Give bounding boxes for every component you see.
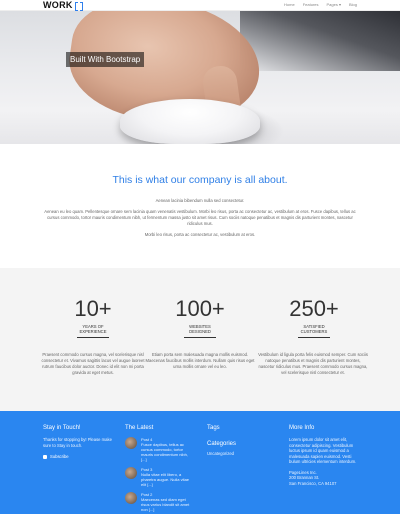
stat-label-line: CUSTOMERS bbox=[300, 329, 328, 334]
stats-section: 10+ YEARS OF EXPERIENCE Praesent commodo… bbox=[0, 268, 400, 411]
stat-description: Vestibulum id ligula porta felis euismod… bbox=[258, 352, 368, 375]
post-thumbnail bbox=[125, 467, 137, 479]
about-paragraph: Aenean eu leo quam. Pellentesque ornare … bbox=[44, 209, 356, 226]
post-meta: Post 4 Fusce dapibus, tellus ac cursus c… bbox=[141, 437, 193, 462]
footer-heading: More Info bbox=[289, 425, 315, 431]
about-paragraph: Morbi leo risus, porta ac consectetur ac… bbox=[144, 232, 256, 237]
site-logo[interactable]: WORK bbox=[43, 0, 84, 11]
footer-heading: Tags bbox=[207, 425, 220, 431]
address-line: San Francisco, CA 94107 bbox=[289, 480, 337, 486]
stat-websites: 100+ WEBSITES DESIGNED bbox=[150, 298, 250, 338]
stat-label-line: DESIGNED bbox=[189, 329, 211, 334]
footer-heading: The Latest bbox=[125, 425, 154, 431]
nav-item-home[interactable]: Home bbox=[284, 2, 295, 8]
stat-years: 10+ YEARS OF EXPERIENCE bbox=[43, 298, 143, 338]
footer-heading: Stay in Touch! bbox=[43, 425, 81, 431]
hero-mouse-image bbox=[120, 99, 260, 144]
footer-col-contact: Stay in Touch! Thanks for stopping by! P… bbox=[43, 424, 115, 459]
about-heading: This is what our company is all about. bbox=[112, 174, 288, 186]
stat-label: WEBSITES DESIGNED bbox=[150, 324, 250, 334]
stat-description: Etiam porta sem malesuada magna mollis e… bbox=[145, 352, 255, 369]
hero-background-shade bbox=[240, 11, 400, 71]
post-thumbnail bbox=[125, 437, 137, 449]
latest-post[interactable]: Post 4 Fusce dapibus, tellus ac cursus c… bbox=[125, 437, 200, 462]
post-excerpt: Fusce dapibus, tellus ac cursus commodo,… bbox=[141, 442, 188, 462]
stat-divider bbox=[184, 337, 216, 338]
hero-caption: Built With Bootstrap bbox=[66, 52, 145, 67]
footer-col-info: More Info Lorem ipsum dolor sit amet eli… bbox=[289, 424, 359, 486]
hero-banner: Built With Bootstrap bbox=[0, 11, 400, 144]
post-excerpt: Nulla vitae elit libero, a pharetra augu… bbox=[141, 472, 190, 487]
stat-customers: 250+ SATISFIED CUSTOMERS bbox=[264, 298, 364, 338]
footer-address: PageLines Inc. 200 Brannan St. San Franc… bbox=[289, 470, 359, 487]
nav-item-pages[interactable]: Pages ▾ bbox=[327, 2, 341, 8]
stat-number: 250+ bbox=[289, 296, 339, 321]
latest-post[interactable]: Post 3 Nulla vitae elit libero, a pharet… bbox=[125, 467, 200, 487]
category-link[interactable]: Uncategorized bbox=[207, 451, 277, 457]
stat-divider bbox=[77, 337, 109, 338]
footer-text: Thanks for stopping by! Please make sure… bbox=[43, 437, 112, 448]
footer-col-latest: The Latest Post 4 Fusce dapibus, tellus … bbox=[125, 424, 200, 514]
top-navbar: WORK Home Features Pages ▾ Blog bbox=[0, 0, 400, 11]
stat-label: SATISFIED CUSTOMERS bbox=[264, 324, 364, 334]
rss-icon bbox=[43, 454, 47, 459]
site-footer: Stay in Touch! Thanks for stopping by! P… bbox=[0, 411, 400, 514]
post-thumbnail bbox=[125, 492, 137, 504]
about-paragraph: Aenean lacinia bibendum nulla sed consec… bbox=[155, 198, 245, 203]
nav-item-features[interactable]: Features bbox=[303, 2, 319, 8]
stat-number: 10+ bbox=[74, 296, 112, 321]
latest-post[interactable]: Post 2 Maecenas sed diam eget risus vari… bbox=[125, 492, 200, 512]
post-meta: Post 2 Maecenas sed diam eget risus vari… bbox=[141, 492, 193, 512]
stat-number: 100+ bbox=[175, 296, 225, 321]
bracket-logo-icon bbox=[74, 2, 84, 11]
main-nav: Home Features Pages ▾ Blog bbox=[284, 2, 357, 8]
footer-col-tags: Tags Categories Uncategorized bbox=[207, 424, 277, 457]
stat-label-line: EXPERIENCE bbox=[79, 329, 107, 334]
footer-info-text: Lorem ipsum dolor sit amet elit, consect… bbox=[289, 437, 357, 464]
logo-text: WORK bbox=[43, 0, 73, 10]
stat-divider bbox=[298, 337, 330, 338]
footer-heading-categories: Categories bbox=[207, 441, 237, 447]
about-text: Aenean lacinia bibendum nulla sed consec… bbox=[40, 198, 360, 243]
stat-description: Praesent commodo cursus magna, vel scele… bbox=[41, 352, 145, 375]
subscribe-label: Subscribe bbox=[50, 454, 69, 459]
nav-item-blog[interactable]: Blog bbox=[349, 2, 357, 8]
post-meta: Post 3 Nulla vitae elit libero, a pharet… bbox=[141, 467, 193, 487]
subscribe-link[interactable]: Subscribe bbox=[43, 454, 115, 459]
stat-label: YEARS OF EXPERIENCE bbox=[43, 324, 143, 334]
post-excerpt: Maecenas sed diam eget risus varius blan… bbox=[141, 497, 190, 512]
